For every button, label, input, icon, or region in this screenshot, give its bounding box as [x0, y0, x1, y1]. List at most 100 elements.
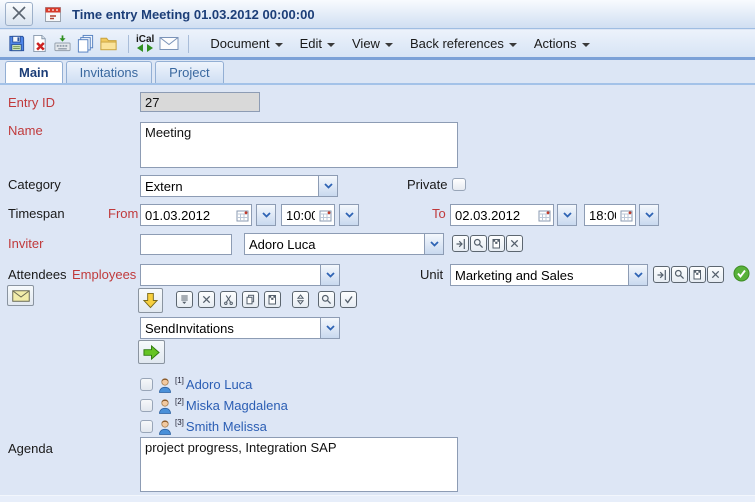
employees-dropdown-button[interactable]: [320, 264, 340, 286]
employees-input[interactable]: [140, 264, 320, 286]
unit-confirm-button[interactable]: [733, 265, 750, 282]
mail-envelope-icon: [159, 36, 179, 51]
unit-select-button[interactable]: [689, 266, 706, 283]
private-checkbox[interactable]: [452, 178, 466, 191]
search-icon: [321, 294, 332, 305]
mail-attendees-button[interactable]: [7, 285, 34, 306]
import-keyboard-icon: [53, 34, 72, 53]
person-icon: [158, 419, 172, 435]
confirm-selection-button[interactable]: [340, 291, 357, 308]
import-button[interactable]: [52, 33, 73, 54]
from-time-input[interactable]: [282, 206, 319, 225]
category-combobox: [140, 175, 338, 197]
delete-document-button[interactable]: [29, 33, 50, 54]
attendee-row: [3] Smith Melissa: [140, 418, 267, 435]
open-folder-button[interactable]: [98, 33, 119, 54]
unit-label: Unit: [420, 267, 443, 282]
execute-action-button[interactable]: [138, 340, 165, 364]
menu-document[interactable]: Document: [210, 36, 282, 51]
from-time-field: [281, 204, 335, 226]
from-label: From: [108, 206, 138, 221]
attendee-checkbox[interactable]: [140, 399, 153, 412]
unit-dropdown-button[interactable]: [628, 264, 648, 286]
chevron-down-icon: [327, 43, 335, 47]
inviter-select-button[interactable]: [488, 235, 505, 252]
agenda-field[interactable]: project progress, Integration SAP: [140, 437, 458, 492]
from-time-dropdown-button[interactable]: [339, 204, 359, 226]
add-employee-button[interactable]: [138, 288, 163, 313]
select-all-button[interactable]: [176, 291, 193, 308]
attendee-checkbox[interactable]: [140, 378, 153, 391]
attendee-row: [1] Adoro Luca: [140, 376, 252, 393]
to-time-input[interactable]: [585, 206, 620, 225]
chevron-down-icon: [326, 325, 335, 331]
menu-actions[interactable]: Actions: [534, 36, 590, 51]
invitation-action-dropdown-button[interactable]: [320, 317, 340, 339]
private-label: Private: [407, 177, 447, 192]
category-input[interactable]: [140, 175, 318, 197]
tab-main[interactable]: Main: [5, 61, 63, 83]
ical-sync-button[interactable]: iCal: [136, 35, 154, 52]
attendee-row: [2] Miska Magdalena: [140, 397, 288, 414]
paste-button[interactable]: [264, 291, 281, 308]
menu-edit[interactable]: Edit: [300, 36, 335, 51]
copy-button[interactable]: [75, 33, 96, 54]
form-content: Entry ID Name Meeting Category Private T…: [0, 85, 755, 502]
inviter-search-button[interactable]: [470, 235, 487, 252]
unit-clear-button[interactable]: [707, 266, 724, 283]
title-bar: Time entry Meeting 01.03.2012 00:00:00: [0, 0, 755, 29]
close-button[interactable]: [5, 2, 33, 26]
category-dropdown-button[interactable]: [318, 175, 338, 197]
unit-open-record-button[interactable]: [653, 266, 670, 283]
attendee-link[interactable]: Miska Magdalena: [186, 398, 288, 413]
close-icon: [11, 5, 27, 24]
green-check-icon: [733, 265, 750, 282]
to-time-dropdown-button[interactable]: [639, 204, 659, 226]
date-picker-icon[interactable]: [236, 209, 249, 222]
to-date-input[interactable]: [451, 206, 538, 225]
unit-input[interactable]: [450, 264, 628, 286]
menu-view[interactable]: View: [352, 36, 393, 51]
folder-icon: [99, 34, 118, 53]
cut-button[interactable]: [220, 291, 237, 308]
from-date-dropdown-button[interactable]: [256, 204, 276, 226]
time-picker-icon[interactable]: [319, 209, 332, 222]
to-date-dropdown-button[interactable]: [557, 204, 577, 226]
chevron-down-icon: [326, 272, 335, 278]
inviter-input[interactable]: [244, 233, 424, 255]
attendee-checkbox[interactable]: [140, 420, 153, 433]
menu-back-references[interactable]: Back references: [410, 36, 517, 51]
employees-combobox: [140, 264, 340, 286]
search-icon: [473, 238, 484, 249]
remove-button[interactable]: [198, 291, 215, 308]
name-field[interactable]: Meeting: [140, 122, 458, 168]
from-date-input[interactable]: [141, 206, 236, 225]
invitation-action-combobox: [140, 317, 340, 339]
agenda-label: Agenda: [8, 441, 53, 456]
mail-button[interactable]: [158, 33, 179, 54]
chevron-down-icon: [645, 212, 654, 218]
search-employees-button[interactable]: [318, 291, 335, 308]
attendee-link[interactable]: Adoro Luca: [186, 377, 253, 392]
unit-search-button[interactable]: [671, 266, 688, 283]
clear-x-icon: [710, 269, 721, 280]
tab-project[interactable]: Project: [155, 61, 223, 83]
ical-label: iCal: [136, 35, 154, 44]
copy-pages-icon: [245, 294, 256, 305]
goto-record-icon: [455, 238, 466, 249]
time-picker-icon[interactable]: [620, 209, 633, 222]
inviter-search-input[interactable]: [140, 234, 232, 255]
invitation-action-input[interactable]: [140, 317, 320, 339]
copy-button-small[interactable]: [242, 291, 259, 308]
save-button[interactable]: [6, 33, 27, 54]
select-document-icon: [491, 238, 502, 249]
inviter-dropdown-button[interactable]: [424, 233, 444, 255]
yellow-envelope-icon: [12, 290, 30, 302]
sort-button[interactable]: [292, 291, 309, 308]
attendee-link[interactable]: Smith Melissa: [186, 419, 267, 434]
inviter-open-record-button[interactable]: [452, 235, 469, 252]
date-picker-icon[interactable]: [538, 209, 551, 222]
person-icon: [158, 377, 172, 393]
inviter-clear-button[interactable]: [506, 235, 523, 252]
tab-invitations[interactable]: Invitations: [66, 61, 153, 83]
